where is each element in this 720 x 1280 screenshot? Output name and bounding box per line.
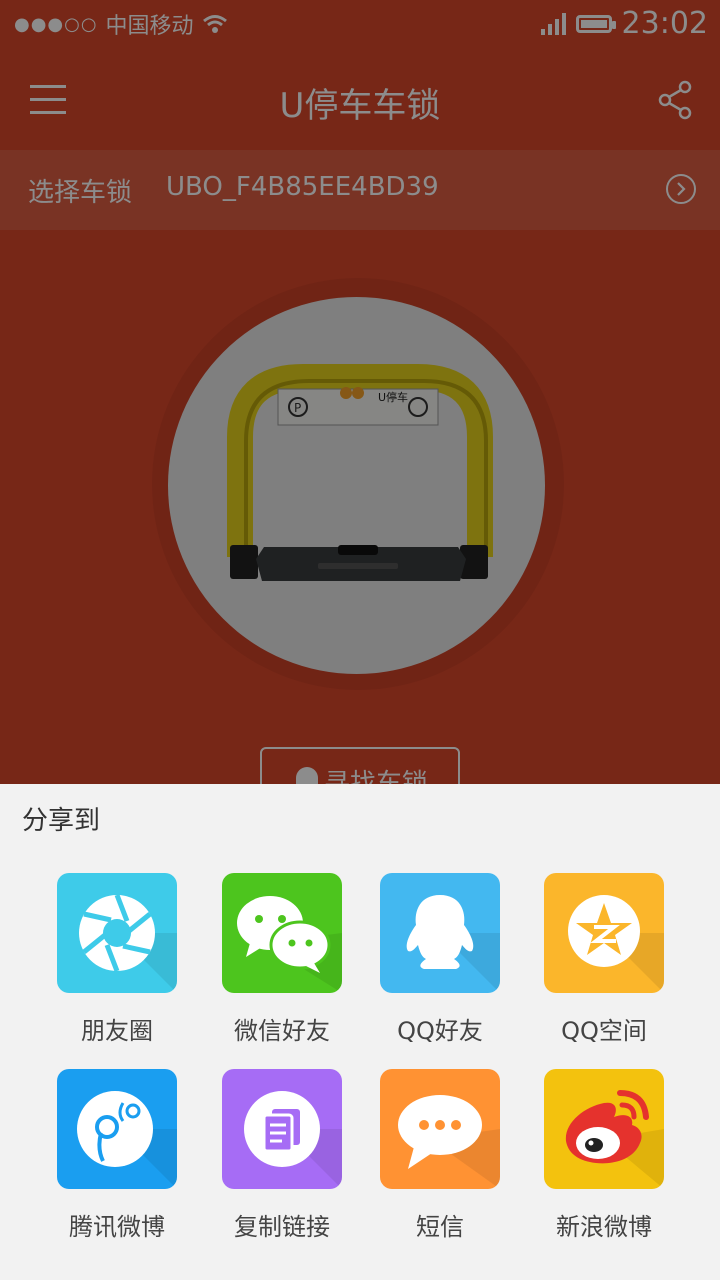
share-item-label: 腾讯微博 bbox=[69, 1213, 165, 1241]
sms-icon bbox=[380, 1069, 500, 1189]
share-item-label: 复制链接 bbox=[234, 1213, 330, 1241]
share-qq-friend[interactable]: QQ好友 bbox=[360, 873, 520, 1053]
share-qzone[interactable]: QQ空间 bbox=[524, 873, 684, 1053]
share-sms[interactable]: 短信 bbox=[360, 1069, 520, 1249]
share-item-label: 朋友圈 bbox=[81, 1017, 153, 1045]
qq-icon bbox=[380, 873, 500, 993]
share-item-label: 微信好友 bbox=[234, 1017, 330, 1045]
share-item-label: 新浪微博 bbox=[556, 1213, 652, 1241]
share-tencent-weibo[interactable]: 腾讯微博 bbox=[37, 1069, 197, 1249]
wechat-icon bbox=[222, 873, 342, 993]
qzone-icon bbox=[544, 873, 664, 993]
share-sheet: 分享到 朋友圈 微信好友 QQ好友 QQ空间 腾讯微博 复制链接 短信 新浪微博 bbox=[0, 784, 720, 1280]
tencent-weibo-icon bbox=[57, 1069, 177, 1189]
share-item-label: QQ好友 bbox=[397, 1017, 483, 1045]
share-sina-weibo[interactable]: 新浪微博 bbox=[524, 1069, 684, 1249]
share-sheet-title: 分享到 bbox=[22, 806, 101, 836]
share-wechat-friend[interactable]: 微信好友 bbox=[202, 873, 362, 1053]
share-item-label: 短信 bbox=[416, 1213, 464, 1241]
moments-icon bbox=[57, 873, 177, 993]
share-moments[interactable]: 朋友圈 bbox=[37, 873, 197, 1053]
copy-link-icon bbox=[222, 1069, 342, 1189]
sina-weibo-icon bbox=[544, 1069, 664, 1189]
share-item-label: QQ空间 bbox=[561, 1017, 647, 1045]
share-copy-link[interactable]: 复制链接 bbox=[202, 1069, 362, 1249]
